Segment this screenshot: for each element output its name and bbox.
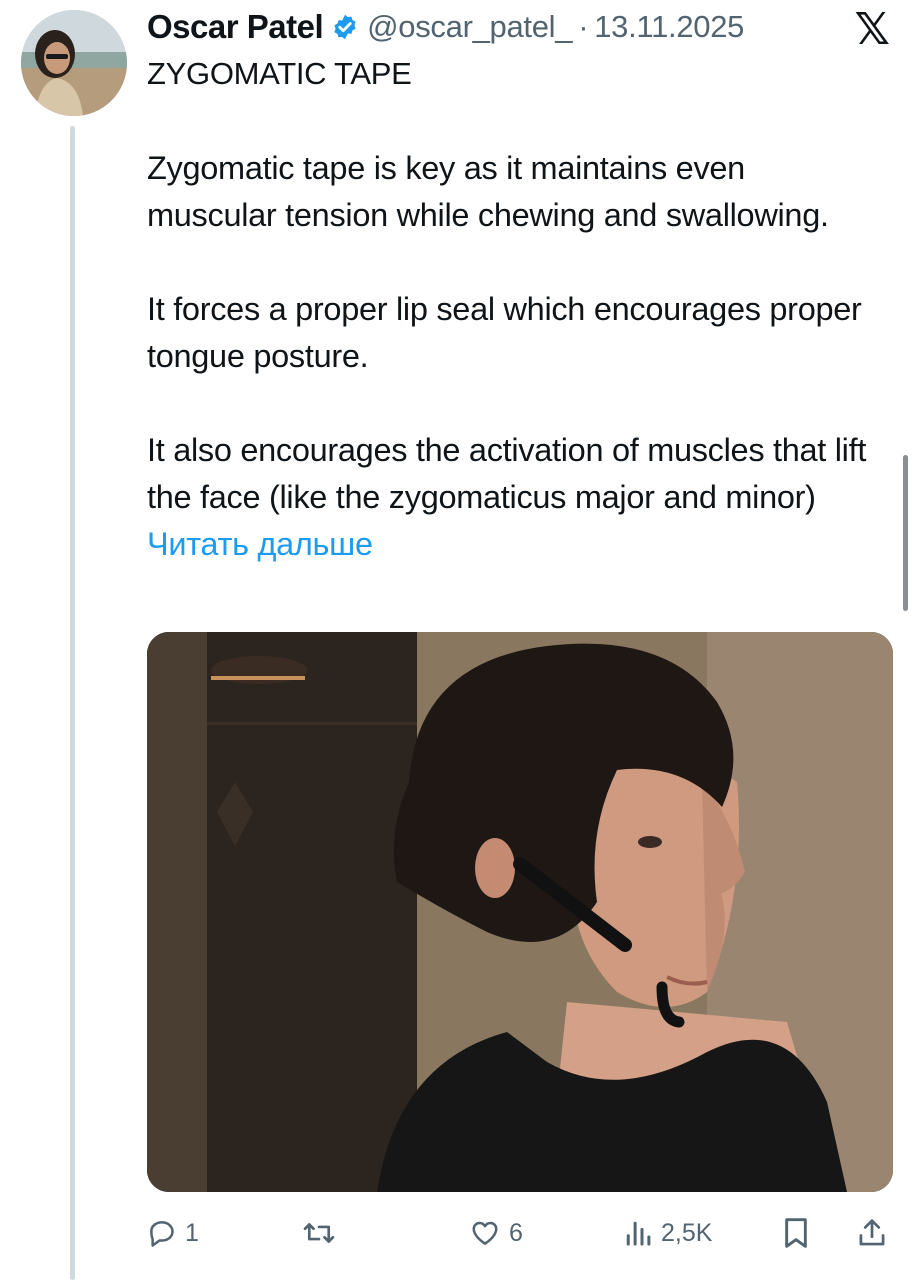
like-count: 6: [509, 1218, 523, 1247]
reply-button[interactable]: 1: [147, 1207, 199, 1259]
scrollbar[interactable]: [903, 455, 908, 611]
reply-count: 1: [185, 1218, 199, 1247]
x-logo-icon: 𝕏: [854, 5, 890, 54]
thread-line: [70, 126, 75, 1280]
tweet-header: Oscar Patel @oscar_patel_ · 13.11.2025: [147, 4, 894, 50]
repost-icon: [302, 1218, 336, 1248]
tweet-title: ZYGOMATIC TAPE: [147, 56, 412, 91]
bookmark-icon: [782, 1217, 810, 1249]
tweet-text: Zygomatic tape is key as it maintains ev…: [147, 145, 877, 568]
tweet-date[interactable]: 13.11.2025: [594, 9, 744, 45]
heart-icon: [469, 1218, 501, 1248]
read-more-link[interactable]: Читать дальше: [147, 526, 373, 562]
avatar[interactable]: [21, 10, 127, 116]
repost-button[interactable]: [302, 1207, 344, 1259]
tweet-paragraph-text: It also encourages the activation of mus…: [147, 432, 867, 515]
author-handle[interactable]: @oscar_patel_: [367, 9, 572, 45]
bookmark-button[interactable]: [782, 1207, 810, 1259]
tweet-image[interactable]: [147, 632, 893, 1192]
separator-dot: ·: [578, 9, 589, 44]
verified-badge-icon: [331, 13, 359, 41]
tweet-paragraph: It forces a proper lip seal which encour…: [147, 291, 862, 374]
share-icon: [857, 1217, 887, 1249]
action-bar: 1 6 2,5K: [147, 1207, 893, 1259]
reply-icon: [147, 1218, 177, 1248]
tweet-paragraph: Zygomatic tape is key as it maintains ev…: [147, 150, 829, 233]
view-count: 2,5K: [661, 1218, 713, 1247]
views-button[interactable]: 2,5K: [623, 1207, 712, 1259]
like-button[interactable]: 6: [469, 1207, 523, 1259]
views-icon: [623, 1218, 653, 1248]
author-name[interactable]: Oscar Patel: [147, 8, 324, 46]
share-button[interactable]: [857, 1207, 887, 1259]
tweet-paragraph: It also encourages the activation of mus…: [147, 427, 877, 568]
